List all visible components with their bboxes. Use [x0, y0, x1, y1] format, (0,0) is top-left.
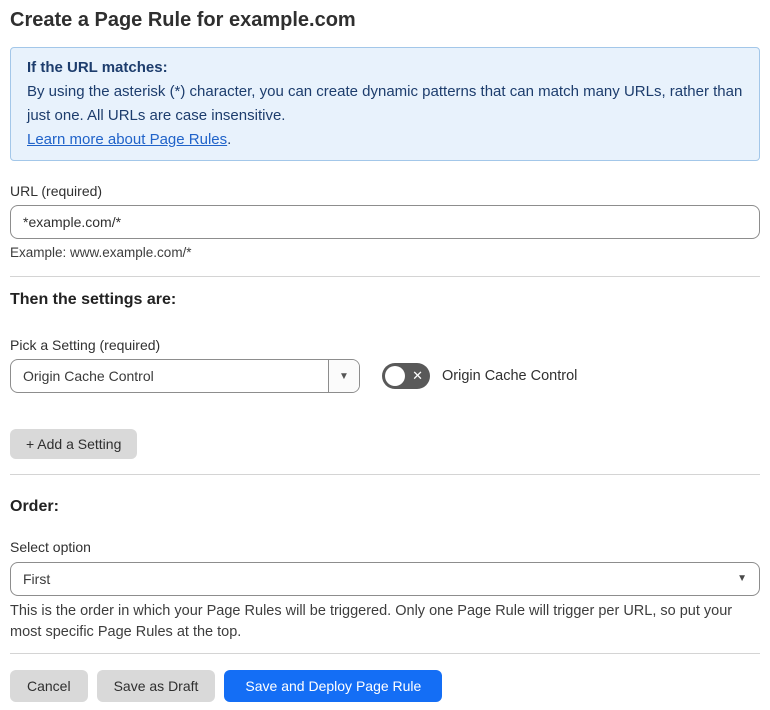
- toggle-label: Origin Cache Control: [442, 368, 578, 384]
- setting-select[interactable]: Origin Cache Control ▼: [10, 359, 360, 393]
- chevron-down-icon: ▼: [339, 370, 349, 382]
- order-select-value: First: [23, 571, 51, 587]
- info-box-link-line: Learn more about Page Rules.: [27, 128, 743, 152]
- create-page-rule-panel: Create a Page Rule for example.com If th…: [0, 0, 770, 710]
- link-suffix: .: [227, 131, 232, 148]
- page-title: Create a Page Rule for example.com: [10, 9, 356, 31]
- section-divider: [10, 474, 760, 475]
- info-box-heading: If the URL matches:: [27, 59, 168, 76]
- toggle-knob: [385, 366, 405, 386]
- pick-setting-label: Pick a Setting (required): [10, 337, 161, 353]
- settings-section-heading: Then the settings are:: [10, 291, 177, 308]
- url-example-text: Example: www.example.com/*: [10, 245, 192, 260]
- order-section-heading: Order:: [10, 498, 59, 515]
- order-select[interactable]: First ▼: [10, 562, 760, 596]
- save-and-deploy-button[interactable]: Save and Deploy Page Rule: [224, 670, 443, 702]
- order-help-text: This is the order in which your Page Rul…: [10, 603, 733, 640]
- url-input[interactable]: [10, 205, 760, 239]
- info-box-body: By using the asterisk (*) character, you…: [27, 83, 743, 124]
- url-match-info-box: If the URL matches: By using the asteris…: [10, 47, 760, 161]
- setting-row: Origin Cache Control ▼ ✕ Origin Cache Co…: [10, 359, 760, 393]
- toggle-off-x-icon: ✕: [412, 368, 423, 383]
- origin-cache-control-toggle[interactable]: ✕: [382, 363, 430, 389]
- save-as-draft-button[interactable]: Save as Draft: [96, 670, 216, 702]
- learn-more-link[interactable]: Learn more about Page Rules: [27, 131, 227, 148]
- section-divider: [10, 276, 760, 277]
- setting-select-value: Origin Cache Control: [23, 368, 154, 384]
- footer-divider: [10, 653, 760, 654]
- url-field-label: URL (required): [10, 183, 103, 199]
- chevron-down-icon: ▼: [737, 573, 747, 584]
- cancel-button[interactable]: Cancel: [10, 670, 88, 702]
- add-setting-button[interactable]: + Add a Setting: [10, 429, 138, 459]
- setting-select-arrow-segment[interactable]: ▼: [328, 360, 359, 392]
- footer-actions: Cancel Save as Draft Save and Deploy Pag…: [10, 670, 760, 702]
- order-select-label: Select option: [10, 539, 91, 555]
